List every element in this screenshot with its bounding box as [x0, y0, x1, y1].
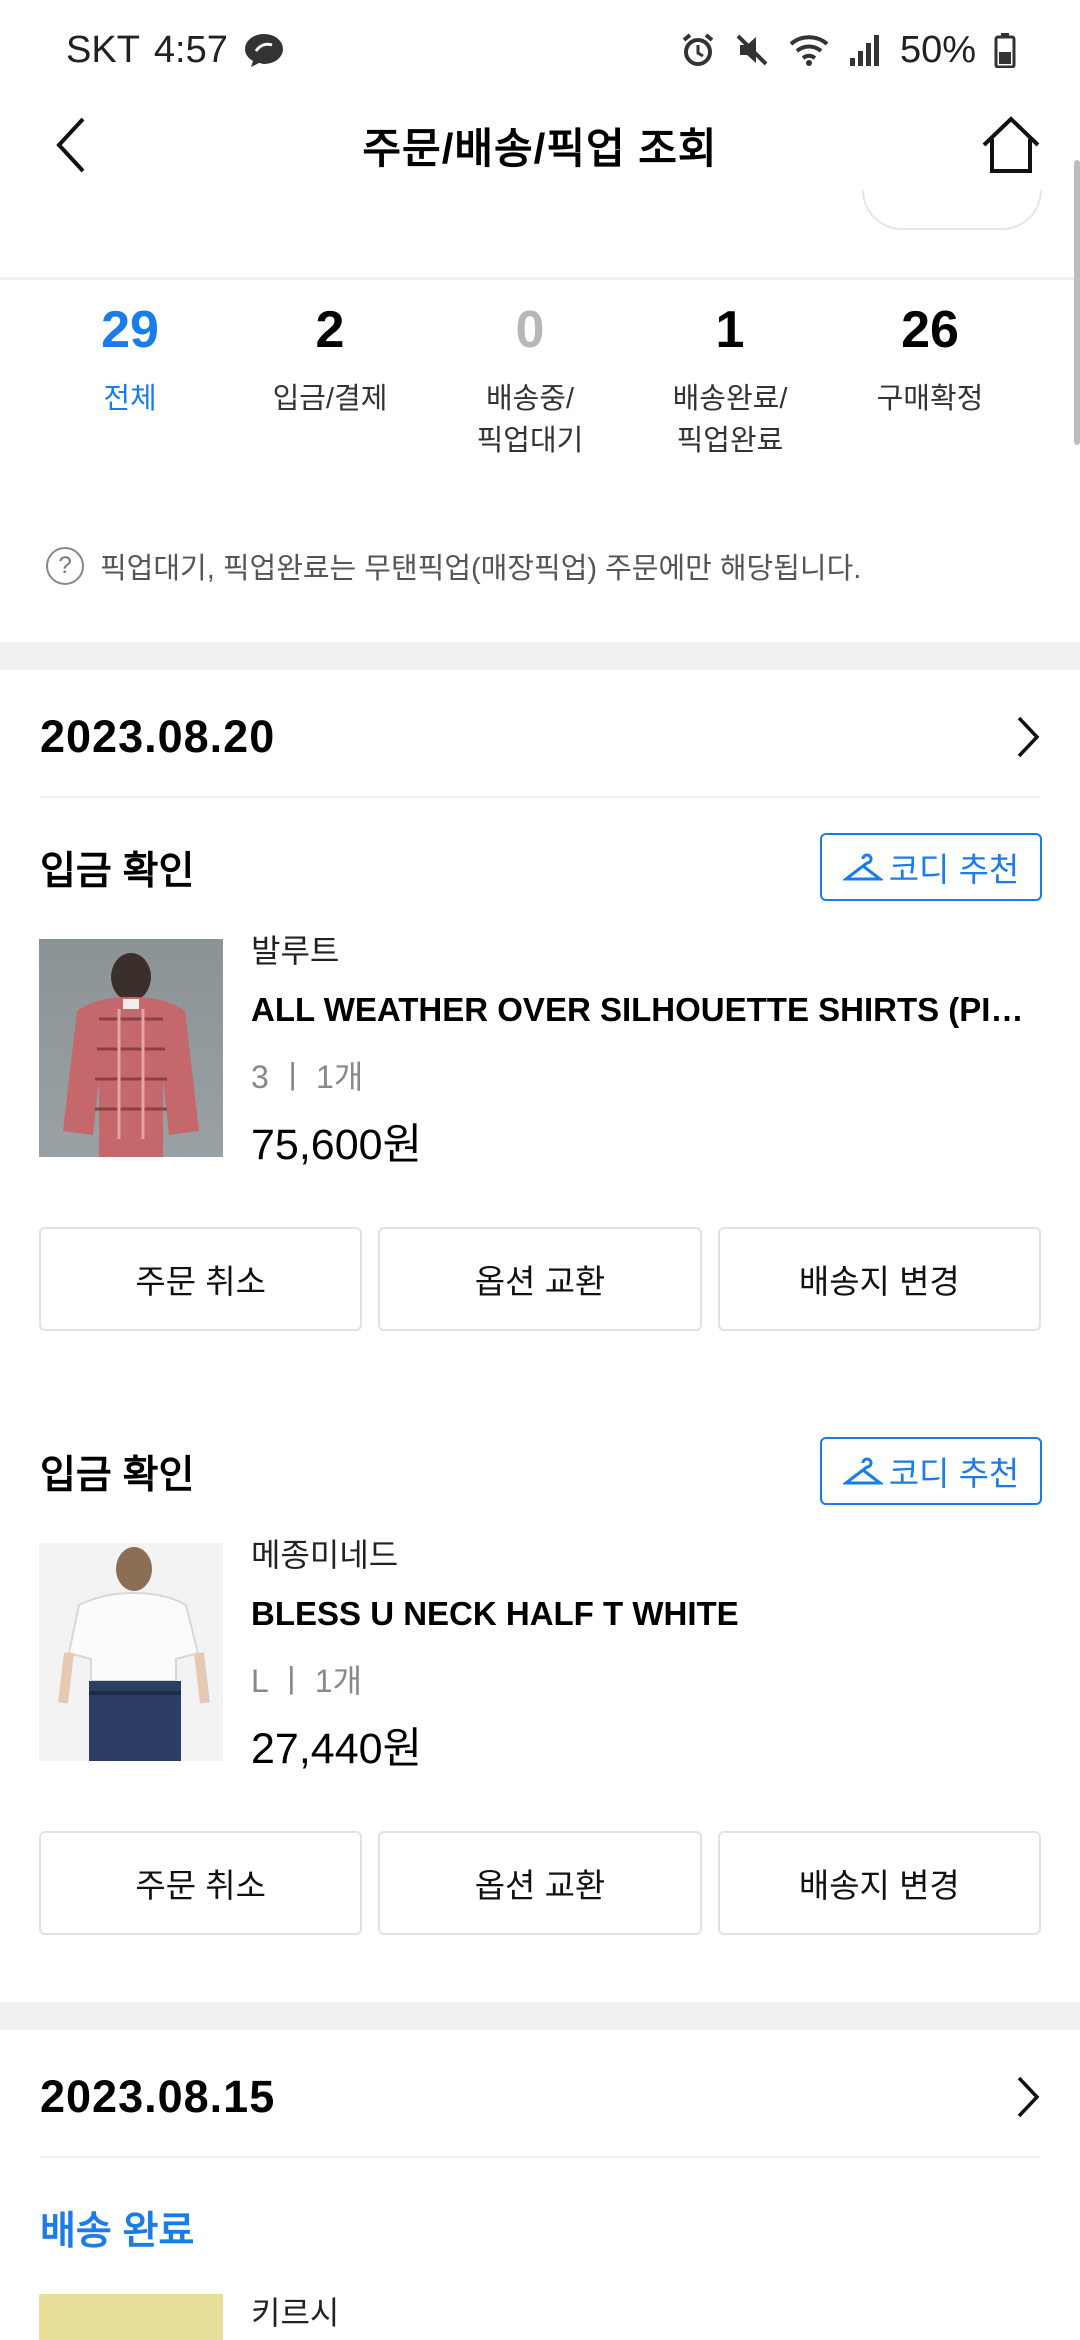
summary-payment[interactable]: 2 입금/결제 [230, 290, 430, 490]
order-date-row[interactable]: 2023.08.20 [40, 678, 1040, 798]
home-icon [982, 116, 1040, 173]
product-option: L ㅣ 1개 [251, 1663, 363, 1699]
summary-count: 2 [315, 301, 345, 359]
chevron-left-icon [56, 117, 85, 173]
product-name[interactable]: BLESS U NECK HALF T WHITE [251, 1595, 1041, 1633]
product-thumbnail[interactable] [39, 1543, 223, 1761]
back-button[interactable] [40, 112, 100, 178]
wifi-icon [788, 32, 830, 68]
summary-count: 0 [515, 301, 545, 359]
order-status: 입금 확인 [40, 850, 195, 893]
summary-label: 배송중/ 픽업대기 [476, 383, 584, 457]
section-divider [0, 2002, 1080, 2030]
product-brand: 발루트 [251, 933, 340, 969]
chat-bubble-icon [242, 31, 286, 69]
mute-icon [734, 32, 770, 68]
summary-count: 29 [101, 301, 159, 359]
alarm-icon [680, 32, 716, 68]
summary-label: 입금/결제 [272, 383, 388, 415]
product-name[interactable]: ALL WEATHER OVER SILHOUETTE SHIRTS (PINK… [251, 991, 1041, 1029]
collapsed-filter-strip [0, 190, 1080, 280]
coordi-recommend-button[interactable]: 코디 추천 [820, 833, 1042, 901]
product-thumbnail[interactable] [39, 2294, 223, 2340]
product-price: 75,600원 [251, 1121, 423, 1169]
carrier-label: SKT [66, 28, 140, 71]
product-option: 3 ㅣ 1개 [251, 1059, 364, 1095]
section-divider [0, 642, 1080, 670]
summary-label: 배송완료/ 픽업완료 [672, 383, 788, 457]
battery-icon [994, 32, 1016, 68]
exchange-option-button[interactable]: 옵션 교환 [378, 1227, 702, 1331]
product-thumbnail[interactable] [39, 939, 223, 1157]
summary-label: 구매확정 [876, 383, 984, 415]
order-date: 2023.08.15 [40, 2071, 276, 2122]
status-bar-left: SKT 4:57 [66, 29, 286, 72]
summary-delivered[interactable]: 1 배송완료/ 픽업완료 [630, 290, 830, 490]
order-actions: 주문 취소 옵션 교환 배송지 변경 [39, 1227, 1041, 1331]
chevron-right-icon [1017, 716, 1040, 758]
coordi-recommend-button[interactable]: 코디 추천 [820, 1437, 1042, 1505]
order-status: 배송 완료 [40, 2210, 195, 2253]
coordi-label: 코디 추천 [888, 1455, 1020, 1492]
chevron-right-icon [1017, 2076, 1040, 2118]
summary-label: 전체 [103, 383, 157, 415]
home-button[interactable] [976, 110, 1046, 180]
order-actions: 주문 취소 옵션 교환 배송지 변경 [39, 1831, 1041, 1935]
summary-confirmed[interactable]: 26 구매확정 [830, 290, 1030, 490]
exchange-option-button[interactable]: 옵션 교환 [378, 1831, 702, 1935]
order-status: 입금 확인 [40, 1454, 195, 1497]
order-date: 2023.08.20 [40, 711, 276, 762]
signal-icon [848, 32, 882, 68]
hanger-icon [842, 1457, 883, 1485]
order-date-row[interactable]: 2023.08.15 [40, 2038, 1040, 2158]
battery-percent: 50% [899, 28, 976, 71]
page-title: 주문/배송/픽업 조회 [362, 124, 718, 172]
filter-pill-button[interactable] [862, 190, 1042, 230]
notice-text: 픽업대기, 픽업완료는 무탠픽업(매장픽업) 주문에만 해당됩니다. [100, 553, 862, 585]
cancel-order-button[interactable]: 주문 취소 [39, 1831, 363, 1935]
question-icon: ? [46, 547, 84, 585]
summary-count: 26 [901, 301, 959, 359]
clock-label: 4:57 [153, 28, 228, 71]
change-address-button[interactable]: 배송지 변경 [717, 1831, 1041, 1935]
change-address-button[interactable]: 배송지 변경 [717, 1227, 1041, 1331]
status-bar-right: 50% [680, 29, 1016, 72]
product-price: 27,440원 [251, 1725, 423, 1773]
status-bar: SKT 4:57 50% [0, 0, 1080, 100]
summary-all[interactable]: 29 전체 [30, 290, 230, 490]
order-status-summary: 29 전체 2 입금/결제 0 배송중/ 픽업대기 1 배송완료/ 픽업완료 2… [0, 290, 1080, 490]
summary-shipping[interactable]: 0 배송중/ 픽업대기 [430, 290, 630, 490]
app-header: 주문/배송/픽업 조회 [0, 100, 1080, 190]
product-brand: 메종미네드 [251, 1537, 399, 1573]
summary-count: 1 [715, 301, 745, 359]
hanger-icon [842, 853, 883, 881]
cancel-order-button[interactable]: 주문 취소 [39, 1227, 363, 1331]
product-brand: 키르시 [251, 2295, 340, 2331]
coordi-label: 코디 추천 [888, 851, 1020, 888]
pickup-notice: ? 픽업대기, 픽업완료는 무탠픽업(매장픽업) 주문에만 해당됩니다. [46, 545, 861, 587]
